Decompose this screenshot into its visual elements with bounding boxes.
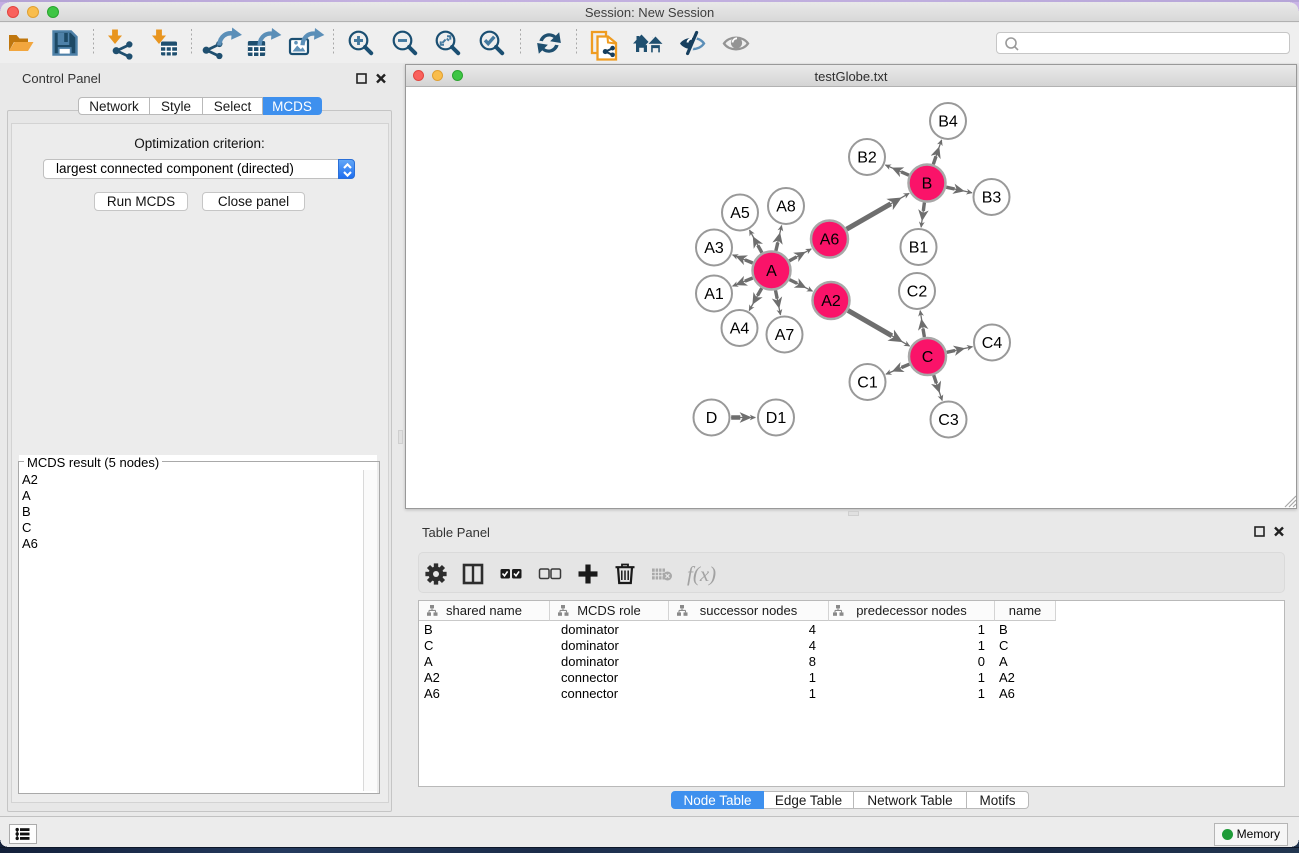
svg-text:B1: B1 <box>909 240 929 257</box>
svg-text:C2: C2 <box>907 284 928 301</box>
svg-text:A3: A3 <box>704 240 724 257</box>
svg-text:B4: B4 <box>938 114 958 131</box>
svg-text:A8: A8 <box>776 199 796 216</box>
svg-text:B: B <box>922 176 933 193</box>
svg-text:B3: B3 <box>982 190 1002 207</box>
svg-text:D1: D1 <box>766 410 787 427</box>
svg-text:D: D <box>706 410 718 427</box>
svg-text:A2: A2 <box>821 293 841 310</box>
svg-text:A5: A5 <box>730 205 750 222</box>
svg-text:A1: A1 <box>704 286 724 303</box>
svg-text:B2: B2 <box>857 150 877 167</box>
svg-text:C3: C3 <box>938 412 959 429</box>
svg-text:A: A <box>766 263 777 280</box>
svg-text:A7: A7 <box>775 327 795 344</box>
svg-text:f(x): f(x) <box>687 562 716 586</box>
svg-text:C: C <box>922 349 934 366</box>
svg-text:A6: A6 <box>820 232 840 249</box>
svg-text:C1: C1 <box>857 375 878 392</box>
svg-text:A4: A4 <box>730 321 750 338</box>
svg-text:C4: C4 <box>982 335 1003 352</box>
